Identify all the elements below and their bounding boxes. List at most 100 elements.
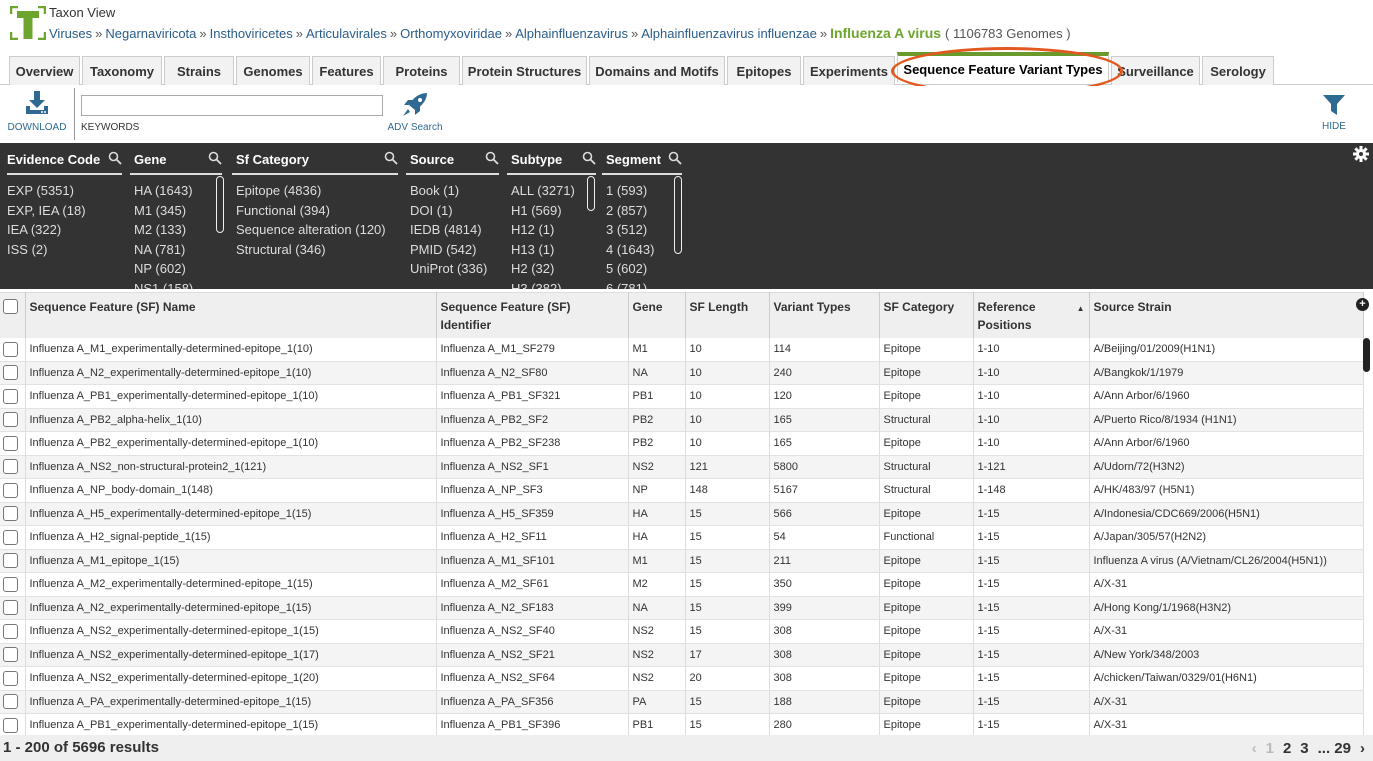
row-checkbox[interactable] [3, 435, 18, 451]
filter-option[interactable]: Book (1) [410, 181, 499, 201]
row-checkbox[interactable] [3, 506, 18, 522]
filter-option[interactable]: 3 (512) [606, 220, 682, 240]
filter-scrollbar[interactable] [674, 176, 682, 254]
filter-option[interactable]: NP (602) [134, 259, 222, 279]
row-checkbox[interactable] [3, 670, 18, 686]
filter-option[interactable]: M1 (345) [134, 201, 222, 221]
tab-domains-and-motifs[interactable]: Domains and Motifs [589, 56, 725, 85]
search-icon[interactable] [384, 151, 398, 165]
filter-option[interactable]: Sequence alteration (120) [236, 220, 398, 240]
table-row[interactable]: Influenza A_N2_experimentally-determined… [0, 596, 1364, 620]
breadcrumb-link[interactable]: Viruses [49, 26, 92, 41]
filter-option[interactable]: Epitope (4836) [236, 181, 398, 201]
tab-sequence-feature-variant-types[interactable]: Sequence Feature Variant Types [897, 52, 1109, 82]
breadcrumb-link[interactable]: Alphainfluenzavirus [515, 26, 628, 41]
filter-option[interactable]: EXP (5351) [7, 181, 122, 201]
filter-option[interactable]: H3 (382) [511, 279, 596, 290]
filter-option[interactable]: 4 (1643) [606, 240, 682, 260]
table-row[interactable]: Influenza A_NP_body-domain_1(148) Influen… [0, 478, 1364, 503]
filter-option[interactable]: H13 (1) [511, 240, 596, 260]
tab-overview[interactable]: Overview [9, 56, 80, 85]
tab-proteins[interactable]: Proteins [383, 56, 460, 85]
select-all-checkbox[interactable] [3, 299, 18, 315]
table-row[interactable]: Influenza A_PB1_experimentally-determine… [0, 713, 1364, 735]
tab-protein-structures[interactable]: Protein Structures [462, 56, 587, 85]
filter-option[interactable]: UniProt (336) [410, 259, 499, 279]
row-checkbox[interactable] [3, 553, 18, 569]
table-row[interactable]: Influenza A_H5_experimentally-determined… [0, 502, 1364, 526]
row-checkbox[interactable] [3, 365, 18, 381]
row-checkbox[interactable] [3, 694, 18, 710]
row-checkbox[interactable] [3, 459, 18, 475]
table-row[interactable]: Influenza A_NS2_experimentally-determine… [0, 666, 1364, 691]
table-row[interactable]: Influenza A_NS2_experimentally-determine… [0, 619, 1364, 644]
row-checkbox[interactable] [3, 600, 18, 616]
column-header-gene[interactable]: Gene [628, 292, 686, 338]
filter-scrollbar[interactable] [216, 176, 224, 233]
search-icon[interactable] [485, 151, 499, 165]
row-checkbox[interactable] [3, 341, 18, 357]
grid-scrollbar[interactable] [1363, 338, 1370, 372]
tab-surveillance[interactable]: Surveillance [1111, 56, 1200, 85]
row-checkbox[interactable] [3, 388, 18, 404]
table-row[interactable]: Influenza A_M1_experimentally-determined… [0, 337, 1364, 362]
page-3-button[interactable]: 3 [1300, 740, 1308, 757]
tab-strains[interactable]: Strains [164, 56, 234, 85]
column-header-sf-name[interactable]: Sequence Feature (SF) Name [25, 292, 437, 338]
search-icon[interactable] [582, 151, 596, 165]
column-header-sf-length[interactable]: SF Length [685, 292, 770, 338]
filter-option[interactable]: Structural (346) [236, 240, 398, 260]
filter-option[interactable]: HA (1643) [134, 181, 222, 201]
tab-epitopes[interactable]: Epitopes [727, 56, 801, 85]
table-row[interactable]: Influenza A_NS2_non-structural-protein2_… [0, 455, 1364, 479]
page-2-button[interactable]: 2 [1283, 740, 1291, 757]
filter-option[interactable]: NS1 (158) [134, 279, 222, 290]
breadcrumb-link[interactable]: Negarnaviricota [105, 26, 196, 41]
search-icon[interactable] [108, 151, 122, 165]
column-header-source-strain[interactable]: Source Strain [1089, 292, 1364, 338]
table-row[interactable]: Influenza A_PA_experimentally-determined… [0, 690, 1364, 714]
row-checkbox[interactable] [3, 529, 18, 545]
search-icon[interactable] [208, 151, 222, 165]
tab-experiments[interactable]: Experiments [803, 56, 895, 85]
filter-option[interactable]: IEA (322) [7, 220, 122, 240]
filter-option[interactable]: NA (781) [134, 240, 222, 260]
search-icon[interactable] [668, 151, 682, 165]
row-checkbox[interactable] [3, 647, 18, 663]
row-checkbox[interactable] [3, 576, 18, 592]
gear-icon[interactable] [1353, 146, 1369, 162]
filter-option[interactable]: IEDB (4814) [410, 220, 499, 240]
filter-option[interactable]: H2 (32) [511, 259, 596, 279]
table-row[interactable]: Influenza A_N2_experimentally-determined… [0, 361, 1364, 385]
tab-genomes[interactable]: Genomes [236, 56, 310, 85]
row-checkbox[interactable] [3, 717, 18, 733]
filter-option[interactable]: Functional (394) [236, 201, 398, 221]
table-row[interactable]: Influenza A_M2_experimentally-determined… [0, 572, 1364, 597]
adv-search-button[interactable]: ADV Search [385, 92, 445, 133]
table-row[interactable]: Influenza A_NS2_experimentally-determine… [0, 643, 1364, 667]
table-row[interactable]: Influenza A_M1_epitope_1(15) Influenza A_… [0, 549, 1364, 573]
breadcrumb-link[interactable]: Orthomyxoviridae [400, 26, 502, 41]
column-header-reference-positions[interactable]: ▲ Reference Positions [973, 292, 1090, 338]
table-row[interactable]: Influenza A_H2_signal-peptide_1(15) Influ… [0, 525, 1364, 550]
column-header-variant-types[interactable]: Variant Types [769, 292, 880, 338]
filter-option[interactable]: ALL (3271) [511, 181, 596, 201]
table-row[interactable]: Influenza A_PB1_experimentally-determine… [0, 384, 1364, 409]
row-checkbox[interactable] [3, 412, 18, 428]
tab-taxonomy[interactable]: Taxonomy [82, 56, 162, 85]
filter-option[interactable]: EXP, IEA (18) [7, 201, 122, 221]
filter-option[interactable]: 6 (781) [606, 279, 682, 290]
breadcrumb-link[interactable]: Articulavirales [306, 26, 387, 41]
next-page-button[interactable]: › [1360, 740, 1365, 757]
filter-option[interactable]: H12 (1) [511, 220, 596, 240]
table-row[interactable]: Influenza A_PB2_alpha-helix_1(10) Influen… [0, 408, 1364, 432]
row-checkbox[interactable] [3, 623, 18, 639]
filter-option[interactable]: H1 (569) [511, 201, 596, 221]
filter-option[interactable]: DOI (1) [410, 201, 499, 221]
hide-filters-button[interactable]: HIDE [1314, 94, 1354, 132]
filter-option[interactable]: 5 (602) [606, 259, 682, 279]
filter-option[interactable]: PMID (542) [410, 240, 499, 260]
breadcrumb-link[interactable]: Alphainfluenzavirus influenzae [641, 26, 817, 41]
tab-serology[interactable]: Serology [1202, 56, 1274, 85]
filter-option[interactable]: 1 (593) [606, 181, 682, 201]
